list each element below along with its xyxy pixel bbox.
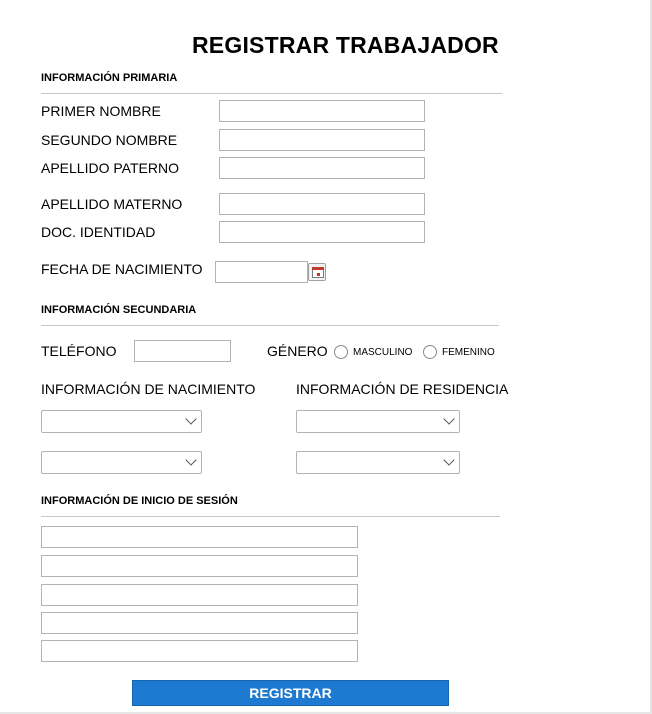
login-field-3[interactable] xyxy=(41,584,358,606)
calendar-icon[interactable] xyxy=(308,263,326,281)
login-field-1[interactable] xyxy=(41,526,358,548)
femenino-radio[interactable] xyxy=(423,345,437,359)
chevron-down-icon xyxy=(185,454,197,466)
primer-nombre-label: PRIMER NOMBRE xyxy=(41,103,161,119)
residencia-label: INFORMACIÓN DE RESIDENCIA xyxy=(296,381,509,397)
chevron-down-icon xyxy=(443,413,455,425)
login-divider xyxy=(41,516,500,517)
apellido-materno-input[interactable] xyxy=(219,193,425,215)
login-field-5[interactable] xyxy=(41,640,358,662)
login-heading: INFORMACIÓN DE INICIO DE SESIÓN xyxy=(41,495,238,507)
calendar-day-shape xyxy=(317,273,320,276)
doc-identidad-label: DOC. IDENTIDAD xyxy=(41,224,156,240)
telefono-label: TELÉFONO xyxy=(41,343,117,359)
apellido-paterno-label: APELLIDO PATERNO xyxy=(41,160,179,176)
masculino-radio-label: MASCULINO xyxy=(353,347,413,358)
secondary-heading: INFORMACIÓN SECUNDARIA xyxy=(41,304,197,316)
nacimiento-select-2[interactable] xyxy=(41,451,202,474)
calendar-header-shape xyxy=(312,267,324,270)
primer-nombre-input[interactable] xyxy=(219,100,425,122)
nacimiento-label: INFORMACIÓN DE NACIMIENTO xyxy=(41,381,256,397)
nacimiento-select-1[interactable] xyxy=(41,410,202,433)
chevron-down-icon xyxy=(185,413,197,425)
login-field-2[interactable] xyxy=(41,555,358,577)
primary-divider xyxy=(41,93,502,94)
apellido-materno-label: APELLIDO MATERNO xyxy=(41,196,183,212)
masculino-radio[interactable] xyxy=(334,345,348,359)
registrar-button[interactable]: REGISTRAR xyxy=(132,680,449,706)
telefono-input[interactable] xyxy=(134,340,231,362)
chevron-down-icon xyxy=(443,454,455,466)
page-title: REGISTRAR TRABAJADOR xyxy=(192,32,499,58)
secondary-divider xyxy=(41,325,499,326)
genero-label: GÉNERO xyxy=(267,343,328,359)
residencia-select-2[interactable] xyxy=(296,451,460,474)
residencia-select-1[interactable] xyxy=(296,410,460,433)
primary-heading: INFORMACIÓN PRIMARIA xyxy=(41,72,178,84)
segundo-nombre-label: SEGUNDO NOMBRE xyxy=(41,132,178,148)
segundo-nombre-input[interactable] xyxy=(219,129,425,151)
fecha-nacimiento-label: FECHA DE NACIMIENTO xyxy=(41,261,203,277)
apellido-paterno-input[interactable] xyxy=(219,157,425,179)
femenino-radio-label: FEMENINO xyxy=(442,347,495,358)
doc-identidad-input[interactable] xyxy=(219,221,425,243)
login-field-4[interactable] xyxy=(41,612,358,634)
fecha-nacimiento-input[interactable] xyxy=(215,261,308,283)
